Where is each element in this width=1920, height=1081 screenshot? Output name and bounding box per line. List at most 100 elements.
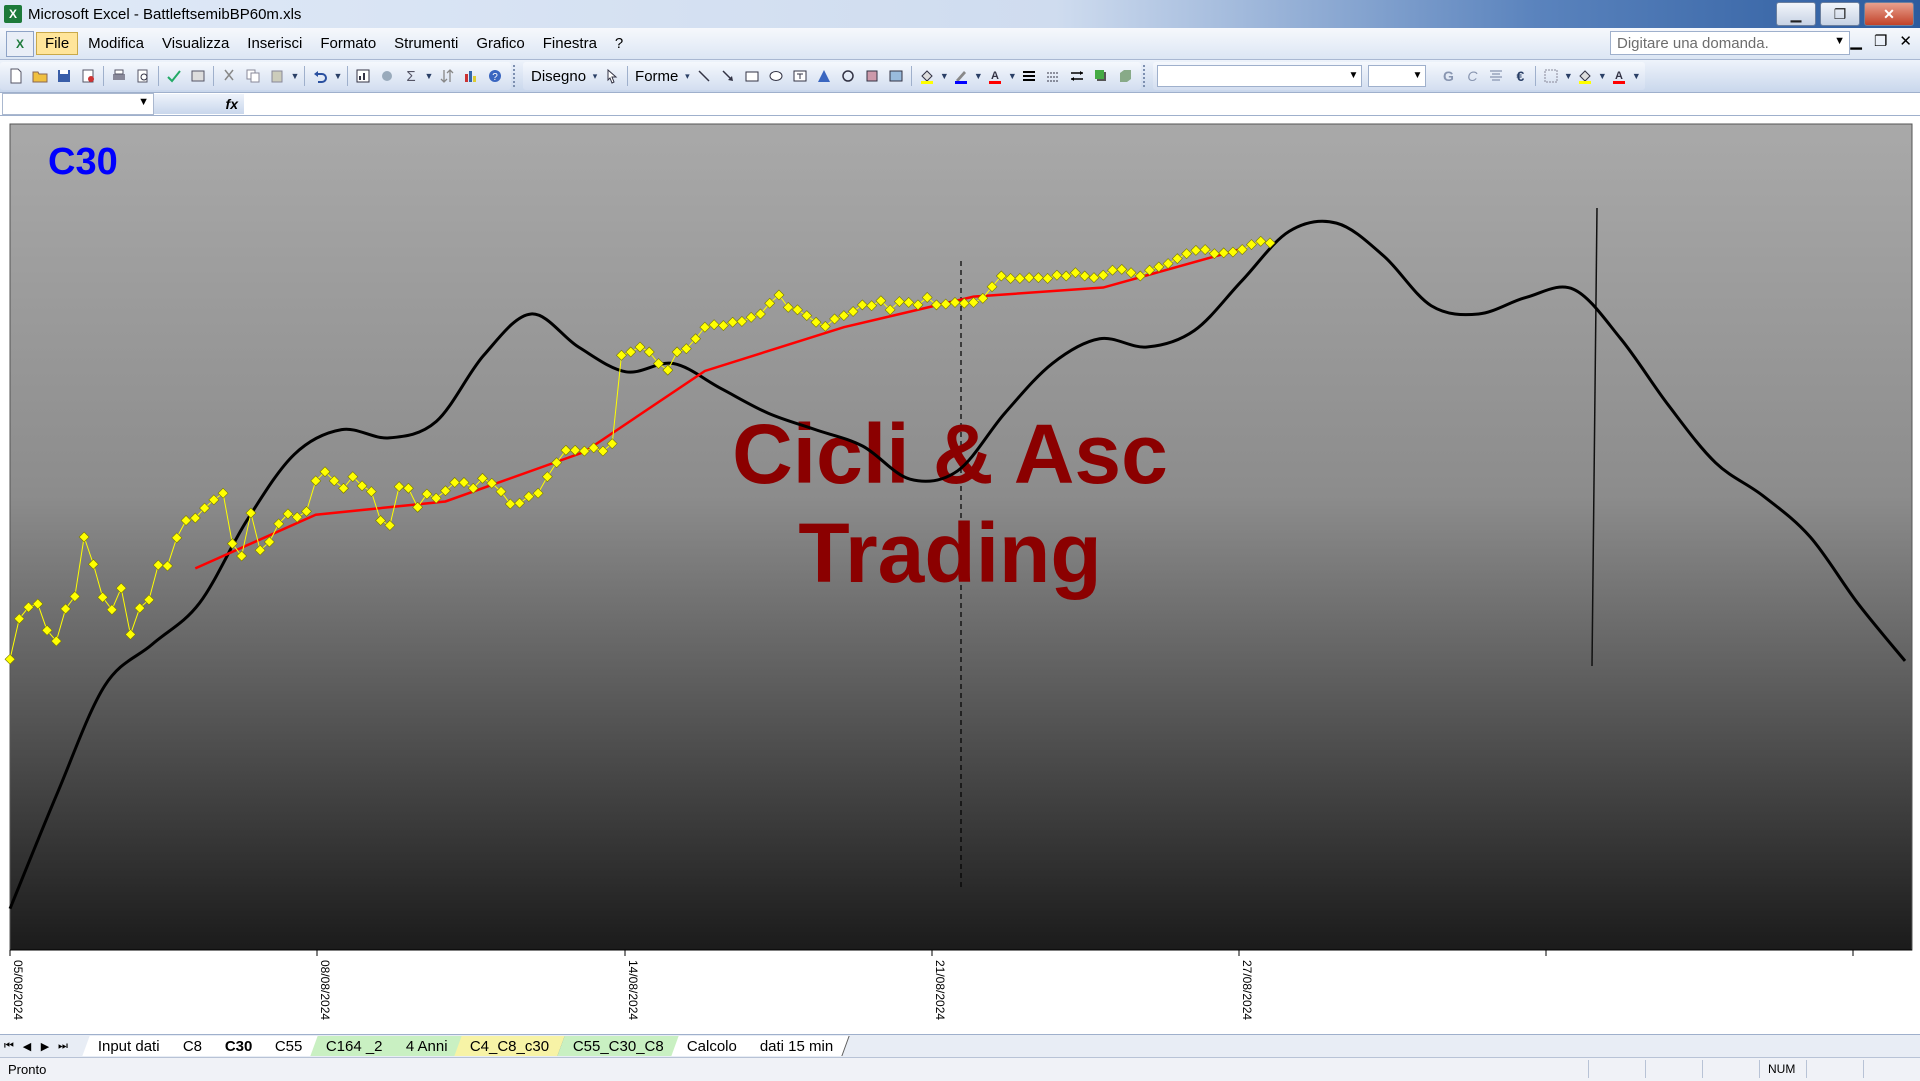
euro-icon[interactable]: €	[1508, 64, 1532, 88]
excel-app-icon[interactable]: X	[4, 5, 22, 23]
chevron-down-icon[interactable]: ▾	[682, 64, 692, 88]
menu-item-inserisci[interactable]: Inserisci	[239, 33, 310, 54]
chevron-down-icon[interactable]: ▼	[1412, 70, 1422, 81]
chevron-down-icon[interactable]: ▼	[1007, 64, 1017, 88]
italic-button[interactable]: C	[1460, 64, 1484, 88]
print-icon[interactable]	[107, 64, 131, 88]
line-style-icon[interactable]	[1017, 64, 1041, 88]
save-icon[interactable]	[52, 64, 76, 88]
draw-menu[interactable]: Disegno	[527, 68, 590, 85]
formula-input[interactable]	[244, 94, 1920, 114]
next-sheet-icon[interactable]: ▶	[36, 1040, 54, 1053]
font-color-icon[interactable]: A	[983, 64, 1007, 88]
toolbar-grip[interactable]	[1143, 65, 1149, 87]
picture-icon[interactable]	[884, 64, 908, 88]
undo-icon[interactable]	[308, 64, 332, 88]
oval-icon[interactable]	[764, 64, 788, 88]
chevron-down-icon[interactable]: ▼	[1631, 64, 1641, 88]
menu-item-strumenti[interactable]: Strumenti	[386, 33, 466, 54]
sheet-tab-c55-c30-c8[interactable]: C55_C30_C8	[556, 1036, 681, 1056]
chevron-down-icon[interactable]: ▼	[973, 64, 983, 88]
hyperlink-icon[interactable]	[375, 64, 399, 88]
copy-icon[interactable]	[241, 64, 265, 88]
wordart-icon[interactable]	[812, 64, 836, 88]
align-center-icon[interactable]	[1484, 64, 1508, 88]
doc-close-icon[interactable]: ✕	[1899, 32, 1912, 50]
line-color-icon[interactable]	[949, 64, 973, 88]
permission-icon[interactable]	[76, 64, 100, 88]
menu-item-file[interactable]: File	[36, 32, 79, 55]
new-document-icon[interactable]	[4, 64, 28, 88]
arrow-icon[interactable]	[716, 64, 740, 88]
open-folder-icon[interactable]	[28, 64, 52, 88]
chevron-down-icon[interactable]: ▼	[138, 96, 149, 108]
last-sheet-icon[interactable]: ⏭	[54, 1040, 72, 1053]
textbox-icon[interactable]	[788, 64, 812, 88]
select-pointer-icon[interactable]	[600, 64, 624, 88]
fill-color-icon[interactable]	[915, 64, 939, 88]
chevron-down-icon[interactable]: ▼	[1348, 70, 1358, 81]
insert-function-button[interactable]: fx	[154, 94, 244, 114]
chevron-down-icon[interactable]: ▼	[1834, 35, 1845, 47]
arrow-style-icon[interactable]	[1065, 64, 1089, 88]
shadow-icon[interactable]	[1089, 64, 1113, 88]
chevron-down-icon[interactable]: ▼	[1597, 64, 1607, 88]
font-name-combo[interactable]: ▼	[1157, 65, 1363, 87]
shapes-menu[interactable]: Forme	[631, 68, 682, 85]
3d-style-icon[interactable]	[1113, 64, 1137, 88]
borders-icon[interactable]	[1539, 64, 1563, 88]
close-button[interactable]: ✕	[1864, 2, 1914, 26]
cell-font-color-icon[interactable]: A	[1607, 64, 1631, 88]
bold-button[interactable]: G	[1436, 64, 1460, 88]
sheet-tab-dati-15-min[interactable]: dati 15 min	[743, 1036, 850, 1056]
menu-item-modifica[interactable]: Modifica	[80, 33, 152, 54]
name-box[interactable]: ▼	[2, 93, 154, 115]
status-cell	[1702, 1060, 1759, 1078]
font-size-combo[interactable]: ▼	[1368, 65, 1427, 87]
doc-minimize-icon[interactable]: ▁	[1850, 32, 1862, 50]
cut-icon[interactable]	[217, 64, 241, 88]
document-icon[interactable]: X	[6, 30, 34, 57]
chevron-down-icon[interactable]: ▼	[423, 64, 435, 88]
bar-chart-icon[interactable]	[459, 64, 483, 88]
minimize-button[interactable]: ▁	[1776, 2, 1816, 26]
chart-wizard-icon[interactable]	[351, 64, 375, 88]
spelling-icon[interactable]	[162, 64, 186, 88]
sheet-tab-input-dati[interactable]: Input dati	[82, 1036, 177, 1056]
sheet-tab-4-anni[interactable]: 4 Anni	[390, 1036, 465, 1056]
diagram-icon[interactable]	[836, 64, 860, 88]
question-input[interactable]: Digitare una domanda. ▼	[1610, 31, 1850, 55]
menu-item-help[interactable]: ?	[607, 33, 631, 54]
first-sheet-icon[interactable]: ⏮	[0, 1040, 18, 1053]
chevron-down-icon[interactable]: ▼	[1563, 64, 1573, 88]
doc-restore-icon[interactable]: ❐	[1874, 32, 1887, 50]
menu-item-finestra[interactable]: Finestra	[535, 33, 605, 54]
sheet-tab-calcolo[interactable]: Calcolo	[670, 1036, 754, 1056]
sum-icon[interactable]: Σ	[399, 64, 423, 88]
line-icon[interactable]	[692, 64, 716, 88]
sort-icon[interactable]	[435, 64, 459, 88]
print-preview-icon[interactable]	[131, 64, 155, 88]
chevron-down-icon[interactable]: ▼	[332, 64, 344, 88]
prev-sheet-icon[interactable]: ◀	[18, 1040, 36, 1053]
research-icon[interactable]	[186, 64, 210, 88]
toolbar-grip[interactable]	[513, 65, 519, 87]
clipart-icon[interactable]	[860, 64, 884, 88]
sheet-tab-c4-c8-c30[interactable]: C4_C8_c30	[454, 1036, 567, 1056]
chevron-down-icon[interactable]: ▼	[289, 64, 301, 88]
help-icon[interactable]: ?	[483, 64, 507, 88]
dash-style-icon[interactable]	[1041, 64, 1065, 88]
chart[interactable]: 05/08/2024 08/08/2024 14/08/2024 21/08/2024…	[0, 116, 1920, 1034]
rectangle-icon[interactable]	[740, 64, 764, 88]
menu-item-formato[interactable]: Formato	[312, 33, 384, 54]
paste-icon[interactable]	[265, 64, 289, 88]
menu-item-grafico[interactable]: Grafico	[468, 33, 532, 54]
chevron-down-icon[interactable]: ▾	[590, 64, 600, 88]
cell-fill-color-icon[interactable]	[1573, 64, 1597, 88]
chevron-down-icon[interactable]: ▼	[939, 64, 949, 88]
menu-item-visualizza[interactable]: Visualizza	[154, 33, 237, 54]
sheet-tab-c164-2[interactable]: C164 _2	[310, 1036, 400, 1056]
chart-sheet[interactable]: 05/08/2024 08/08/2024 14/08/2024 21/08/2024…	[0, 116, 1920, 1036]
maximize-button[interactable]: ❐	[1820, 2, 1860, 26]
chart-label: C30	[48, 141, 118, 183]
